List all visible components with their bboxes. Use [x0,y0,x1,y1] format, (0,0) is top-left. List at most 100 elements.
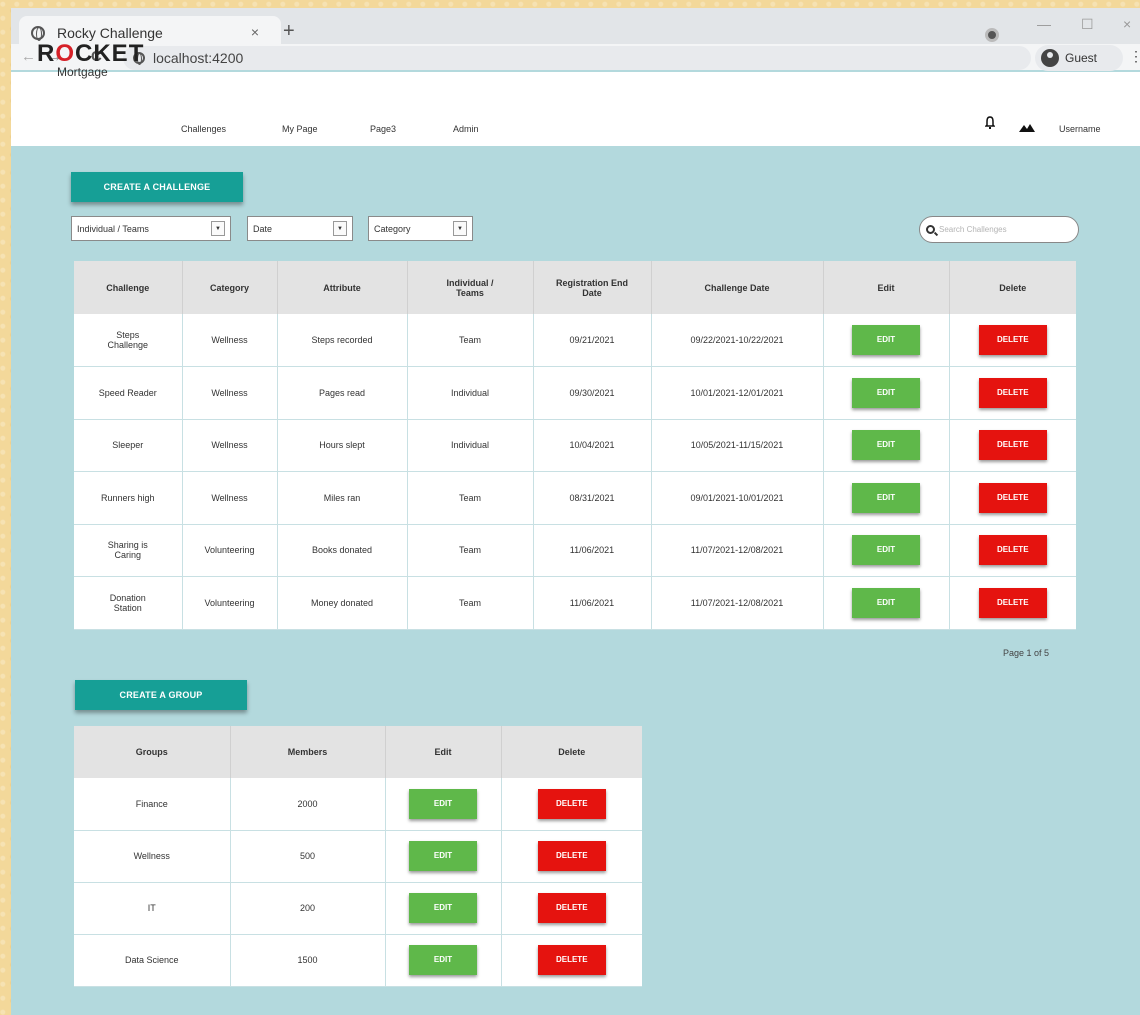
delete-button[interactable]: DELETE [978,430,1047,461]
nav-admin[interactable]: Admin [453,124,479,134]
delete-button[interactable]: DELETE [537,788,606,819]
column-header: Delete [501,726,642,778]
column-header[interactable]: Members [230,726,386,778]
type-cell: Team [407,314,534,367]
category-cell: Volunteering [182,576,278,630]
column-header: Edit [385,726,502,778]
pagination-label[interactable]: Page 1 of 5 [1003,648,1049,658]
delete-cell: DELETE [949,366,1076,420]
members-cell: 200 [230,882,386,935]
nav-page3[interactable]: Page3 [370,124,396,134]
create-challenge-button[interactable]: CREATE A CHALLENGE [71,172,243,202]
edit-button[interactable]: EDIT [852,430,920,461]
registration-end-cell: 10/04/2021 [533,419,652,472]
create-group-button[interactable]: CREATE A GROUP [75,680,247,710]
edit-button[interactable]: EDIT [852,587,920,618]
individual-teams-filter[interactable]: Individual / Teams ▼ [71,216,231,241]
dropdown-arrow-icon: ▼ [453,221,467,236]
registration-end-cell: 08/31/2021 [533,471,652,525]
challenge-date-cell: 09/01/2021-10/01/2021 [651,471,824,525]
table-row: IT 200 EDIT DELETE [74,882,642,935]
edit-button[interactable]: EDIT [852,535,920,566]
type-cell: Team [407,471,534,525]
delete-button[interactable]: DELETE [978,535,1047,566]
delete-button[interactable]: DELETE [978,587,1047,618]
table-row: Data Science 1500 EDIT DELETE [74,934,642,987]
browser-menu-icon[interactable]: ⋮ [1129,48,1140,65]
column-header[interactable]: Category [182,261,278,314]
column-header: Edit [823,261,950,314]
search-box[interactable] [919,216,1079,243]
delete-button[interactable]: DELETE [978,377,1047,408]
delete-cell: DELETE [949,471,1076,525]
dropdown-arrow-icon: ▼ [333,221,347,236]
delete-button[interactable]: DELETE [537,841,606,871]
delete-cell: DELETE [949,419,1076,472]
maximize-button[interactable]: ☐ [1081,16,1094,33]
type-cell: Individual [407,419,534,472]
tab-close-icon[interactable]: × [251,24,259,40]
column-header[interactable]: Groups [74,726,231,778]
registration-end-cell: 11/06/2021 [533,576,652,630]
column-header[interactable]: Attribute [277,261,408,314]
bell-icon[interactable] [984,116,996,129]
table-row: Finance 2000 EDIT DELETE [74,778,642,831]
dropdown-arrow-icon: ▼ [211,221,225,236]
nav-my-page[interactable]: My Page [282,124,318,134]
address-bar[interactable]: localhost:4200 [123,46,1031,70]
challenges-table: Challenge Category Attribute Individual … [74,261,1076,630]
extension-icon[interactable] [985,28,999,42]
minimize-button[interactable]: — [1037,16,1051,32]
type-cell: Individual [407,366,534,420]
tab-title: Rocky Challenge [57,25,163,41]
category-cell: Wellness [182,471,278,525]
edit-button[interactable]: EDIT [409,788,477,819]
rocket-mortgage-logo[interactable]: ROCKET Mortgage [37,40,145,79]
challenge-name-cell: Steps Challenge [74,314,183,367]
delete-button[interactable]: DELETE [978,325,1047,355]
category-cell: Volunteering [182,524,278,577]
delete-button[interactable]: DELETE [537,893,606,923]
logo-text-o: O [55,40,76,67]
edit-button[interactable]: EDIT [409,893,477,923]
edit-cell: EDIT [385,830,502,883]
table-row: Runners high Wellness Miles ran Team 08/31/2… [74,471,1076,525]
username-link[interactable]: Username [1059,124,1101,134]
url-text: localhost:4200 [153,50,244,66]
column-header[interactable]: Challenge Date [651,261,824,314]
attribute-cell: Steps recorded [277,314,408,367]
mountain-icon[interactable] [1019,119,1035,137]
edit-cell: EDIT [823,524,950,577]
column-header[interactable]: Individual / Teams [407,261,534,314]
nav-challenges[interactable]: Challenges [181,124,226,134]
table-header-row: Challenge Category Attribute Individual … [74,261,1076,314]
delete-button[interactable]: DELETE [978,482,1047,513]
delete-button[interactable]: DELETE [537,945,606,975]
edit-button[interactable]: EDIT [409,841,477,871]
edit-button[interactable]: EDIT [852,482,920,513]
registration-end-cell: 11/06/2021 [533,524,652,577]
browser-window: Rocky Challenge × + — ☐ × ← → C localhos… [11,8,1140,1015]
back-button[interactable]: ← [21,48,36,65]
column-header[interactable]: Challenge [74,261,183,314]
table-row: Sleeper Wellness Hours slept Individual 10/0… [74,419,1076,472]
search-input[interactable] [939,225,1069,234]
edit-button[interactable]: EDIT [852,325,920,355]
delete-cell: DELETE [949,524,1076,577]
profile-button[interactable]: Guest [1035,45,1123,71]
edit-cell: EDIT [823,419,950,472]
category-filter[interactable]: Category ▼ [368,216,473,241]
date-filter[interactable]: Date ▼ [247,216,353,241]
edit-cell: EDIT [823,366,950,420]
column-header[interactable]: Registration End Date [533,261,652,314]
logo-text-rest: CKET [75,40,145,67]
delete-cell: DELETE [501,934,642,987]
group-name-cell: IT [74,882,231,935]
delete-cell: DELETE [501,778,642,831]
new-tab-button[interactable]: + [283,20,295,43]
close-window-button[interactable]: × [1123,16,1131,32]
delete-cell: DELETE [949,314,1076,367]
edit-button[interactable]: EDIT [852,377,920,408]
edit-cell: EDIT [385,778,502,831]
edit-button[interactable]: EDIT [409,945,477,975]
